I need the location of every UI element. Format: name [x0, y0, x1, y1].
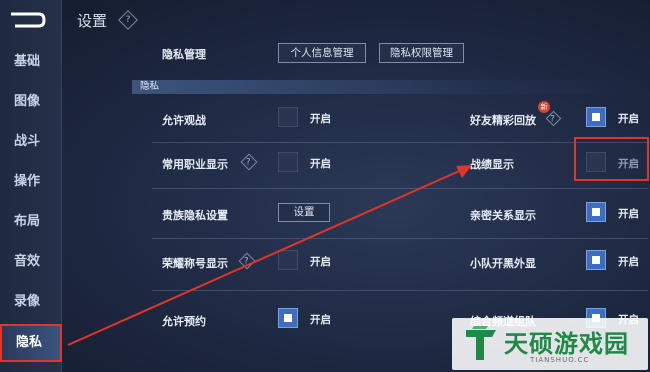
highlight-box: [574, 137, 649, 181]
allow-spectate-toggle-label: 开启: [310, 113, 331, 125]
allow-reservation-checkbox[interactable]: [278, 308, 298, 328]
allow-spectate-label: 允许观战: [162, 114, 206, 127]
divider: [152, 238, 648, 239]
watermark-url: TIANSHUO.CC: [530, 356, 590, 364]
divider: [152, 290, 648, 291]
sidebar-item-audio[interactable]: 音效: [0, 244, 62, 280]
sidebar-item-basic[interactable]: 基础: [0, 44, 62, 80]
watermark-text: 天硕游戏园: [504, 330, 629, 358]
allow-reservation-toggle-label: 开启: [310, 314, 331, 326]
help-icon[interactable]: ?: [240, 153, 258, 171]
friend-highlights-label: 好友精彩回放: [470, 114, 536, 127]
allow-reservation-label: 允许预约: [162, 315, 206, 328]
sidebar: 基础 图像 战斗 操作 布局 音效 录像 隐私: [0, 0, 62, 372]
privacy-management-label: 隐私管理: [162, 48, 206, 61]
sidebar-item-graphics[interactable]: 图像: [0, 84, 62, 120]
glory-title-checkbox[interactable]: [278, 250, 298, 270]
sidebar-item-privacy[interactable]: 隐私: [0, 324, 62, 362]
intimacy-display-label: 亲密关系显示: [470, 209, 536, 222]
new-badge: 新: [538, 101, 550, 113]
divider: [152, 188, 648, 189]
team-display-toggle-label: 开启: [618, 256, 639, 268]
sidebar-item-battle[interactable]: 战斗: [0, 124, 62, 160]
help-icon[interactable]: ?: [118, 10, 138, 30]
privacy-permission-button[interactable]: 隐私权限管理: [379, 43, 464, 63]
friend-highlights-checkbox[interactable]: [586, 107, 606, 127]
noble-privacy-settings-button[interactable]: 设置: [278, 203, 330, 222]
noble-privacy-label: 贵族隐私设置: [162, 209, 228, 222]
page-title: 设置: [77, 12, 108, 30]
sidebar-item-controls[interactable]: 操作: [0, 164, 62, 200]
watermark: 天硕游戏园 TIANSHUO.CC: [452, 318, 648, 370]
back-icon[interactable]: [9, 10, 47, 30]
record-display-label: 战绩显示: [470, 158, 514, 171]
team-display-checkbox[interactable]: [586, 250, 606, 270]
common-class-label: 常用职业显示: [162, 158, 228, 171]
friend-highlights-toggle-label: 开启: [618, 113, 639, 125]
help-icon[interactable]: ?: [238, 252, 256, 270]
glory-title-label: 荣耀称号显示: [162, 257, 228, 270]
settings-window: 基础 图像 战斗 操作 布局 音效 录像 隐私 设置 ? 隐私管理 个人信息管理…: [0, 0, 650, 372]
team-display-label: 小队开黑外显: [470, 257, 536, 270]
sidebar-item-layout[interactable]: 布局: [0, 204, 62, 240]
personal-info-button[interactable]: 个人信息管理: [278, 43, 366, 63]
watermark-logo-icon: [466, 326, 496, 360]
section-header: 隐私: [132, 80, 648, 94]
glory-title-toggle-label: 开启: [310, 256, 331, 268]
help-icon[interactable]: ?: [545, 110, 562, 127]
intimacy-display-checkbox[interactable]: [586, 202, 606, 222]
intimacy-display-toggle-label: 开启: [618, 208, 639, 220]
common-class-toggle-label: 开启: [310, 158, 331, 170]
common-class-checkbox[interactable]: [278, 152, 298, 172]
allow-spectate-checkbox[interactable]: [278, 107, 298, 127]
sidebar-item-replay[interactable]: 录像: [0, 284, 62, 320]
